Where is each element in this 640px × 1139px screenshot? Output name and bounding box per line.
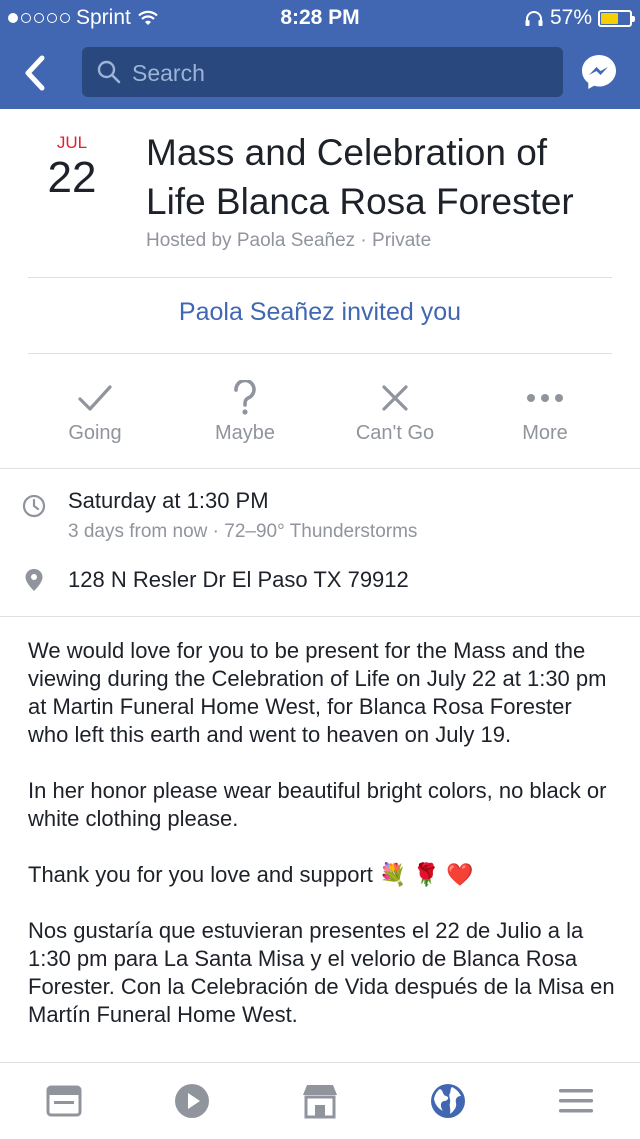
- event-time-sub: 3 days from now · 72–90° Thunderstorms: [68, 521, 418, 542]
- divider: [28, 277, 612, 278]
- divider: [28, 353, 612, 354]
- event-title: Mass and Celebration of Life Blanca Rosa…: [146, 132, 574, 222]
- bottom-tab-bar: [0, 1062, 640, 1139]
- menu-icon[interactable]: [556, 1081, 596, 1121]
- more-label: More: [522, 422, 568, 444]
- globe-icon[interactable]: [428, 1081, 468, 1121]
- maybe-button[interactable]: Maybe: [170, 380, 320, 445]
- close-icon: [382, 385, 408, 411]
- search-input[interactable]: [130, 55, 554, 91]
- battery-percent: 57%: [549, 6, 592, 29]
- more-button[interactable]: More: [470, 380, 620, 445]
- event-day: 22: [47, 153, 97, 202]
- messenger-icon[interactable]: [580, 53, 618, 91]
- description-paragraph: We would love for you to be present for …: [28, 638, 607, 747]
- marketplace-icon[interactable]: [300, 1081, 340, 1121]
- maybe-label: Maybe: [214, 422, 276, 444]
- event-time[interactable]: Saturday at 1:30 PM: [68, 488, 269, 514]
- checkmark-icon: [78, 385, 112, 411]
- location-pin-icon: [25, 569, 43, 591]
- search-bar[interactable]: [82, 47, 563, 97]
- event-description: We would love for you to be present for …: [28, 637, 618, 1057]
- cant-go-button[interactable]: Can't Go: [320, 380, 470, 445]
- going-label: Going: [68, 422, 122, 444]
- cant-go-label: Can't Go: [355, 422, 435, 444]
- description-paragraph: Nos gustaría que estuvieran presentes el…: [28, 918, 615, 1027]
- event-host[interactable]: Hosted by Paola Seañez · Private: [146, 230, 431, 252]
- event-date: JUL 22: [36, 133, 108, 201]
- invited-by-link[interactable]: Paola Seañez invited you: [0, 298, 640, 327]
- status-bar: Sprint 8:28 PM 57%: [0, 0, 640, 36]
- news-feed-icon[interactable]: [44, 1081, 84, 1121]
- going-button[interactable]: Going: [20, 380, 170, 445]
- clock-icon: [22, 494, 46, 518]
- video-icon[interactable]: [172, 1081, 212, 1121]
- event-month: JUL: [56, 133, 88, 152]
- event-location[interactable]: 128 N Resler Dr El Paso TX 79912: [68, 567, 409, 593]
- divider: [0, 616, 640, 617]
- back-chevron-icon[interactable]: [18, 52, 56, 94]
- headphones-icon: [525, 11, 543, 26]
- top-bar: Sprint 8:28 PM 57%: [0, 0, 640, 109]
- more-dots-icon: [527, 394, 563, 402]
- divider: [0, 468, 640, 469]
- description-paragraph: In her honor please wear beautiful brigh…: [28, 778, 607, 831]
- search-icon: [97, 60, 121, 84]
- question-mark-icon: [234, 380, 256, 415]
- battery-icon: [598, 9, 635, 27]
- description-paragraph: Thank you for you love and support 💐 🌹 ❤…: [28, 862, 474, 887]
